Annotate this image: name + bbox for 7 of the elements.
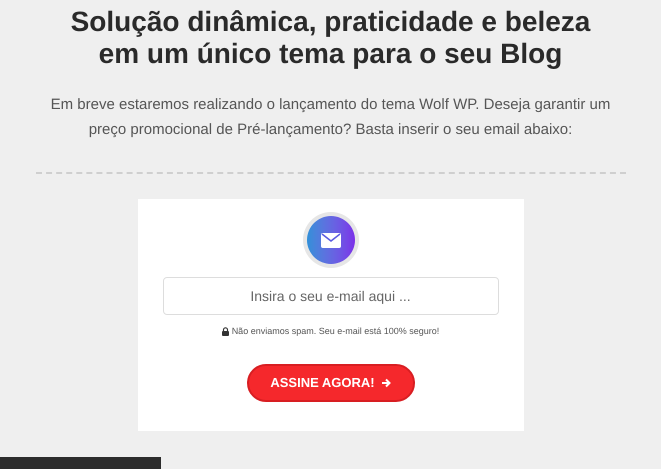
page-heading: Solução dinâmica, praticidade e beleza em um único tema para o seu Blog <box>70 6 592 70</box>
arrow-icon <box>380 378 391 388</box>
email-field[interactable]: Insira o seu e-mail aqui ... <box>162 277 498 315</box>
subscribe-button[interactable]: ASSINE AGORA! <box>246 364 414 402</box>
privacy-note: Não enviamos spam. Seu e-mail está 100% seguro! <box>232 325 440 338</box>
lock-icon <box>222 327 229 336</box>
intro-paragraph: Em breve estaremos realizando o lançamento do tema Wolf WP. Deseja garantir um preço promocional de Pré-lançamento? Basta inserir o seu email abaixo: <box>50 95 610 140</box>
